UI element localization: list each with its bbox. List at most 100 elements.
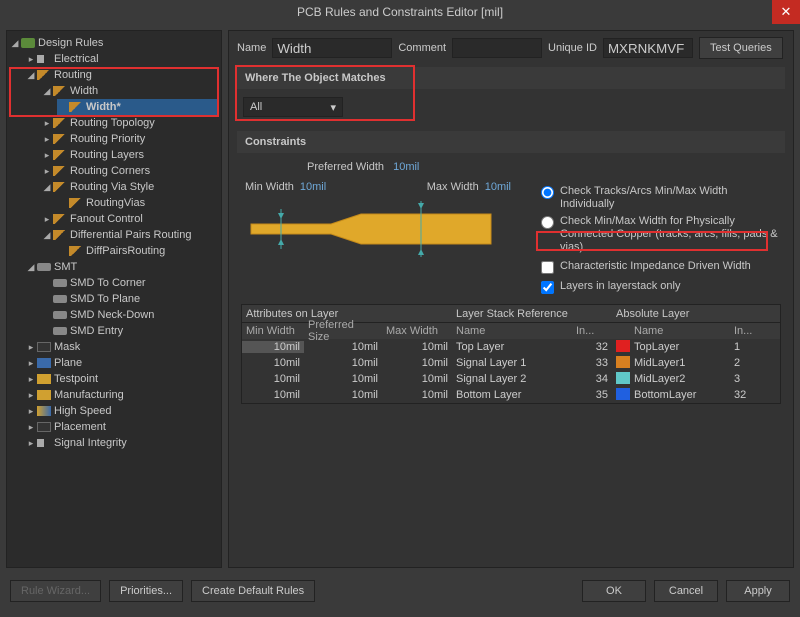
expand-icon: ▸ [41, 211, 53, 227]
col-index[interactable]: In... [572, 325, 612, 337]
col-preferred[interactable]: Preferred Size [304, 319, 382, 343]
tree-width-rule[interactable]: Width* [57, 99, 219, 115]
cancel-button[interactable]: Cancel [654, 580, 718, 602]
radio-input[interactable] [541, 216, 554, 229]
option-check-connected[interactable]: Check Min/Max Width for Physically Conne… [541, 215, 781, 254]
tree-item[interactable]: ▸ Fanout Control [41, 211, 219, 227]
layer-color-swatch [616, 372, 630, 384]
cell-pref[interactable]: 10mil [304, 373, 382, 385]
ok-button[interactable]: OK [582, 580, 646, 602]
comment-input[interactable] [452, 38, 542, 58]
priorities-button[interactable]: Priorities... [109, 580, 183, 602]
table-row[interactable]: 10mil10mil10milSignal Layer 133MidLayer1… [242, 355, 780, 371]
routing-icon [69, 102, 83, 112]
cell-max[interactable]: 10mil [382, 389, 452, 401]
tree-item[interactable]: ▸Routing Topology [41, 115, 219, 131]
max-width-value[interactable]: 10mil [485, 181, 511, 193]
cell-min[interactable]: 10mil [242, 357, 304, 369]
table-row[interactable]: 10mil10mil10milSignal Layer 234MidLayer2… [242, 371, 780, 387]
tree-item[interactable]: DiffPairsRouting [57, 243, 219, 259]
close-icon: ✕ [781, 4, 792, 20]
tree-label: Fanout Control [70, 211, 143, 227]
cell-layer-name: Signal Layer 2 [452, 373, 572, 385]
checkbox-input[interactable] [541, 261, 554, 274]
cell-max[interactable]: 10mil [382, 373, 452, 385]
tree-item[interactable]: SMD Entry [41, 323, 219, 339]
expand-icon: ▸ [25, 355, 37, 371]
cell-max[interactable]: 10mil [382, 341, 452, 353]
cell-abs-name: BottomLayer [630, 389, 730, 401]
min-width-row: Min Width 10mil [245, 181, 326, 193]
tree-item[interactable]: ◢ Routing Via Style [41, 179, 219, 195]
cell-min[interactable]: 10mil [242, 341, 304, 353]
col-abs-name[interactable]: Name [630, 325, 730, 337]
routing-icon [53, 166, 67, 176]
tree-label: RoutingVias [86, 195, 145, 211]
uid-input[interactable] [603, 38, 693, 58]
tree-smt[interactable]: ◢SMT [25, 259, 219, 275]
scope-dropdown[interactable]: All ▾ [243, 97, 343, 117]
col-abs-index[interactable]: In... [730, 325, 770, 337]
col-layer-name[interactable]: Name [452, 325, 572, 337]
tree-item[interactable]: ▸Placement [25, 419, 219, 435]
tree-item[interactable]: ▸Plane [25, 355, 219, 371]
option-layerstack-only[interactable]: Layers in layerstack only [541, 280, 781, 294]
cell-abs-name: MidLayer2 [630, 373, 730, 385]
min-width-label: Min Width [245, 181, 294, 193]
tree-item[interactable]: ▸Routing Corners [41, 163, 219, 179]
tree-item[interactable]: ▸High Speed [25, 403, 219, 419]
expand-icon: ▸ [41, 147, 53, 163]
cell-pref[interactable]: 10mil [304, 357, 382, 369]
tree-item[interactable]: SMD To Corner [41, 275, 219, 291]
constraints-header: Constraints [237, 131, 785, 153]
apply-button[interactable]: Apply [726, 580, 790, 602]
tree-root[interactable]: ◢Design Rules [9, 35, 219, 51]
tree-item[interactable]: ▸Routing Priority [41, 131, 219, 147]
tree-routing[interactable]: ◢Routing [25, 67, 219, 83]
checkbox-input[interactable] [541, 281, 554, 294]
tree-item[interactable]: SMD Neck-Down [41, 307, 219, 323]
cell-min[interactable]: 10mil [242, 389, 304, 401]
pref-width-value[interactable]: 10mil [393, 161, 419, 173]
max-width-row: Max Width10mil [427, 181, 511, 193]
radio-input[interactable] [541, 186, 554, 199]
expand-icon: ▸ [25, 419, 37, 435]
name-input[interactable] [272, 38, 392, 58]
tree-item[interactable]: RoutingVias [57, 195, 219, 211]
routing-icon [53, 118, 67, 128]
expand-icon: ▸ [41, 163, 53, 179]
tree-item[interactable]: ▸Testpoint [25, 371, 219, 387]
test-queries-button[interactable]: Test Queries [699, 37, 783, 59]
close-button[interactable]: ✕ [772, 0, 800, 24]
cell-abs-index: 1 [730, 341, 770, 353]
rule-editor: Name Comment Unique ID Test Queries Wher… [228, 30, 794, 568]
cell-pref[interactable]: 10mil [304, 389, 382, 401]
col-max-width[interactable]: Max Width [382, 325, 452, 337]
min-width-value[interactable]: 10mil [300, 181, 326, 193]
collapse-icon: ◢ [41, 179, 53, 195]
tree-electrical[interactable]: ▸Electrical [25, 51, 219, 67]
tree-item[interactable]: ▸Manufacturing [25, 387, 219, 403]
pref-width-row: Preferred Width 10mil [241, 161, 781, 173]
plane-icon [37, 358, 51, 368]
tree-item[interactable]: ▸Routing Layers [41, 147, 219, 163]
cell-pref[interactable]: 10mil [304, 341, 382, 353]
tree-item[interactable]: SMD To Plane [41, 291, 219, 307]
cell-min[interactable]: 10mil [242, 373, 304, 385]
option-impedance-driven[interactable]: Characteristic Impedance Driven Width [541, 258, 781, 276]
table-row[interactable]: 10mil10mil10milTop Layer32TopLayer1 [242, 339, 780, 355]
option-check-individual[interactable]: Check Tracks/Arcs Min/Max Width Individu… [541, 185, 781, 211]
folder-icon [21, 38, 35, 48]
cell-max[interactable]: 10mil [382, 357, 452, 369]
tree-item[interactable]: ◢Differential Pairs Routing [41, 227, 219, 243]
tree-label: Routing Via Style [70, 179, 154, 195]
col-min-width[interactable]: Min Width [242, 325, 304, 337]
tree-width[interactable]: ◢Width [41, 83, 219, 99]
expand-icon: ▸ [25, 435, 37, 451]
comment-label: Comment [398, 42, 446, 54]
tree-item[interactable]: ▸Mask [25, 339, 219, 355]
cell-layer-name: Bottom Layer [452, 389, 572, 401]
create-default-rules-button[interactable]: Create Default Rules [191, 580, 315, 602]
tree-item[interactable]: ▸Signal Integrity [25, 435, 219, 451]
table-row[interactable]: 10mil10mil10milBottom Layer35BottomLayer… [242, 387, 780, 403]
